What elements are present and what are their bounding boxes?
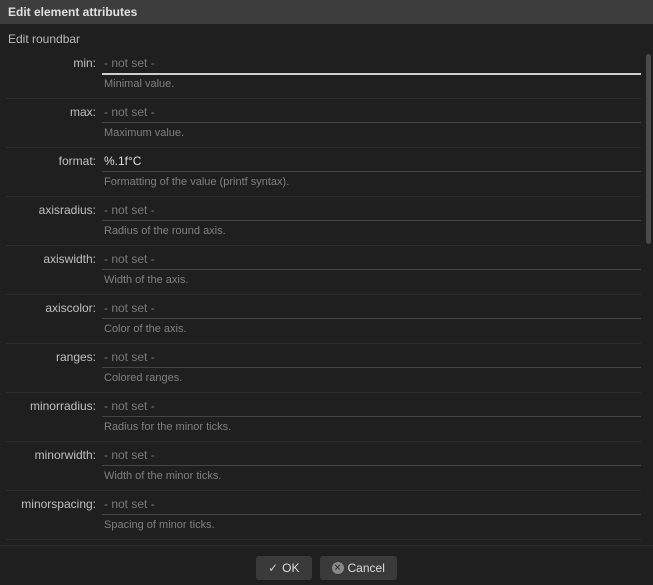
field-row-max: max:Maximum value. [0, 99, 647, 147]
dialog-title: Edit element attributes [0, 0, 653, 24]
scrollbar[interactable] [645, 50, 651, 530]
field-row-minorspacing: minorspacing:Spacing of minor ticks. [0, 491, 647, 539]
field-input-axiscolor[interactable] [102, 297, 641, 319]
field-row-axiswidth: axiswidth:Width of the axis. [0, 246, 647, 294]
field-input-minorspacing[interactable] [102, 493, 641, 515]
field-row-minorcolor: minorcolor: [0, 540, 647, 545]
field-row-axisradius: axisradius:Radius of the round axis. [0, 197, 647, 245]
field-label-axisradius: axisradius: [6, 199, 102, 217]
field-row-ranges: ranges:Colored ranges. [0, 344, 647, 392]
field-desc-minorspacing: Spacing of minor ticks. [102, 515, 641, 539]
field-wrap-max: Maximum value. [102, 101, 641, 147]
field-row-min: min:Minimal value. [0, 50, 647, 98]
field-input-max[interactable] [102, 101, 641, 123]
field-input-axiswidth[interactable] [102, 248, 641, 270]
field-wrap-minorradius: Radius for the minor ticks. [102, 395, 641, 441]
ok-button[interactable]: OK [256, 556, 311, 580]
field-row-axiscolor: axiscolor:Color of the axis. [0, 295, 647, 343]
field-label-axiscolor: axiscolor: [6, 297, 102, 315]
field-label-min: min: [6, 52, 102, 70]
field-wrap-minorcolor [102, 542, 641, 545]
field-row-minorradius: minorradius:Radius for the minor ticks. [0, 393, 647, 441]
check-icon [268, 561, 278, 575]
field-wrap-axisradius: Radius of the round axis. [102, 199, 641, 245]
field-label-minorradius: minorradius: [6, 395, 102, 413]
field-label-minorwidth: minorwidth: [6, 444, 102, 462]
field-label-minorspacing: minorspacing: [6, 493, 102, 511]
field-wrap-axiscolor: Color of the axis. [102, 297, 641, 343]
field-desc-axisradius: Radius of the round axis. [102, 221, 641, 245]
field-desc-ranges: Colored ranges. [102, 368, 641, 392]
field-label-max: max: [6, 101, 102, 119]
field-wrap-minorwidth: Width of the minor ticks. [102, 444, 641, 490]
field-input-minorradius[interactable] [102, 395, 641, 417]
field-desc-format: Formatting of the value (printf syntax). [102, 172, 641, 196]
field-label-ranges: ranges: [6, 346, 102, 364]
field-input-minorcolor[interactable] [102, 542, 641, 545]
field-row-format: format:Formatting of the value (printf s… [0, 148, 647, 196]
ok-button-label: OK [282, 561, 299, 575]
field-label-axiswidth: axiswidth: [6, 248, 102, 266]
field-input-axisradius[interactable] [102, 199, 641, 221]
fields-panel: min:Minimal value.max:Maximum value.form… [0, 50, 653, 545]
cancel-icon [332, 562, 344, 574]
field-wrap-min: Minimal value. [102, 52, 641, 98]
field-wrap-minorspacing: Spacing of minor ticks. [102, 493, 641, 539]
field-desc-axiswidth: Width of the axis. [102, 270, 641, 294]
field-input-ranges[interactable] [102, 346, 641, 368]
cancel-button[interactable]: Cancel [320, 556, 397, 580]
field-wrap-axiswidth: Width of the axis. [102, 248, 641, 294]
field-input-minorwidth[interactable] [102, 444, 641, 466]
field-label-minorcolor: minorcolor: [6, 542, 102, 545]
field-desc-max: Maximum value. [102, 123, 641, 147]
field-input-min[interactable] [102, 52, 641, 74]
field-desc-minorradius: Radius for the minor ticks. [102, 417, 641, 441]
field-wrap-format: Formatting of the value (printf syntax). [102, 150, 641, 196]
field-label-format: format: [6, 150, 102, 168]
scrollbar-thumb[interactable] [646, 54, 651, 244]
field-desc-min: Minimal value. [102, 74, 641, 98]
field-wrap-ranges: Colored ranges. [102, 346, 641, 392]
dialog-footer: OK Cancel [0, 545, 653, 585]
field-desc-axiscolor: Color of the axis. [102, 319, 641, 343]
cancel-button-label: Cancel [348, 561, 385, 575]
field-input-format[interactable] [102, 150, 641, 172]
dialog-subtitle: Edit roundbar [0, 24, 653, 50]
field-row-minorwidth: minorwidth:Width of the minor ticks. [0, 442, 647, 490]
field-desc-minorwidth: Width of the minor ticks. [102, 466, 641, 490]
